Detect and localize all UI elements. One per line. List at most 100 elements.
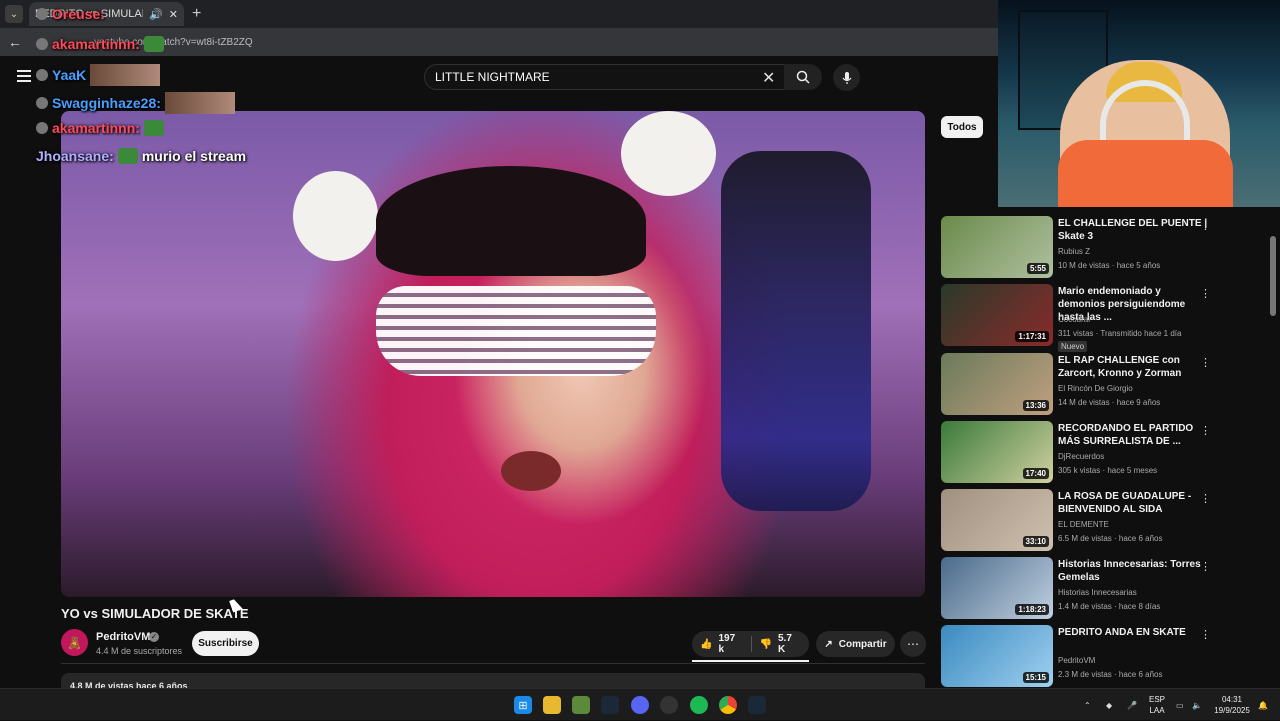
thumbs-down-icon: 👎 [759,638,772,650]
more-options-icon[interactable]: ⋮ [1200,219,1211,232]
recommendation-title[interactable]: EL RAP CHALLENGE con Zarcort, Kronno y Z… [1058,354,1208,380]
share-button[interactable]: ↗ Compartir [816,631,895,657]
tab-search-icon[interactable]: ⌄ [5,5,23,23]
video-title: YO vs SIMULADOR DE SKATE [61,606,249,621]
hair [376,166,646,276]
recommendation-channel[interactable]: PedritoVM [1058,656,1095,665]
recommendation-title[interactable]: LA ROSA DE GUADALUPE - BIENVENIDO AL SID… [1058,490,1208,516]
recommendation-channel[interactable]: El Rincón De Giorgio [1058,384,1133,393]
share-icon: ↗ [824,638,833,650]
video-thumbnail[interactable]: 1:17:31 [941,284,1053,346]
dislike-button[interactable]: 👎 5.7 K [752,633,809,655]
like-dislike-bar: 👍 197 k 👎 5.7 K [692,631,809,657]
search-input[interactable]: LITTLE NIGHTMARE [424,64,785,90]
chat-badge-icon [36,69,48,81]
more-options-icon[interactable]: ⋮ [1200,628,1211,641]
recommendation-meta: 305 k vistas · hace 5 meses [1058,466,1158,475]
recommendation-channel[interactable]: DjRecuerdos [1058,452,1104,461]
recommendation-title[interactable]: PEDRITO ANDA EN SKATE [1058,626,1208,639]
notification-icon[interactable]: 🔔 [1258,689,1268,721]
more-options-icon[interactable]: ⋮ [1200,560,1211,573]
recommendation-item[interactable]: 1:17:31 Mario endemoniado y demonios pers… [941,284,1271,352]
recommendation-channel[interactable]: Rubius Z [1058,247,1090,256]
verified-icon: ✓ [149,632,159,642]
recommendation-title[interactable]: EL CHALLENGE DEL PUENTE | Skate 3 [1058,217,1208,243]
recommendation-channel[interactable]: Historias Innecesarias [1058,588,1137,597]
video-thumbnail[interactable]: 5:55 [941,216,1053,278]
steam-icon[interactable] [601,696,619,714]
more-actions-button[interactable]: ⋯ [900,631,926,657]
like-button[interactable]: 👍 197 k [692,633,752,655]
tray-mic-icon[interactable]: 🎤 [1127,689,1137,721]
recommendation-item[interactable]: 5:55 EL CHALLENGE DEL PUENTE | Skate 3 Rub… [941,216,1271,280]
recommendation-meta: 2.3 M de vistas · hace 6 años [1058,670,1163,679]
recommendation-title[interactable]: Historias Innecesarias: Torres Gemelas [1058,558,1208,584]
hood-ear-left [293,171,378,261]
clock[interactable]: 04:31 19/9/2025 [1212,694,1252,716]
recommendation-item[interactable]: 1:18:23 Historias Innecesarias: Torres Ge… [941,557,1271,621]
windows-start-icon[interactable]: ⊞ [514,696,532,714]
keyboard-layout: LAA [1149,706,1165,715]
more-options-icon[interactable]: ⋮ [1200,492,1211,505]
thumbs-up-icon: 👍 [700,638,713,650]
obs-icon[interactable] [660,696,678,714]
speaker-icon[interactable]: 🔊 [149,8,163,21]
chat-username: Oreuse: [52,6,105,22]
pepe-emote-icon [143,120,164,136]
video-thumbnail[interactable]: 15:15 [941,625,1053,687]
video-thumbnail[interactable]: 17:40 [941,421,1053,483]
video-thumbnail[interactable]: 13:36 [941,353,1053,415]
spotify-icon[interactable] [690,696,708,714]
clock-time: 04:31 [1221,695,1243,704]
more-options-icon[interactable]: ⋮ [1200,424,1211,437]
chat-username: akamartinnn: [52,36,140,52]
more-options-icon[interactable]: ⋮ [1200,287,1211,300]
chip-all[interactable]: Todos [941,116,983,138]
channel-name[interactable]: PedritoVM [96,631,150,643]
steam-icon-2[interactable] [748,696,766,714]
recommendation-item[interactable]: 33:10 LA ROSA DE GUADALUPE - BIENVENIDO A… [941,489,1271,553]
tray-app-icon[interactable]: ◆ [1106,689,1112,721]
recommendation-item[interactable]: 15:15 PEDRITO ANDA EN SKATE PedritoVM 2.3 M… [941,625,1271,689]
language-indicator[interactable]: ESP LAA [1146,694,1168,716]
recommendation-item[interactable]: 17:40 RECORDANDO EL PARTIDO MÁS SURREALIS… [941,421,1271,485]
tray-chevron-icon[interactable]: ⌃ [1084,689,1091,721]
chat-text: murio el stream [141,148,247,164]
like-count: 197 k [718,633,736,655]
mouth [501,451,561,491]
menu-icon[interactable] [17,70,31,82]
recommendation-title[interactable]: RECORDANDO EL PARTIDO MÁS SURREALISTA DE… [1058,422,1208,448]
video-player[interactable] [61,111,925,597]
file-explorer-icon[interactable] [543,696,561,714]
chat-message: Jhoansane: murio el stream [36,148,246,164]
minecraft-icon[interactable] [572,696,590,714]
video-duration: 1:18:23 [1015,604,1049,615]
video-duration: 33:10 [1022,536,1049,547]
browser-tab-bar: ⌄ PEDRITO vs SIMULADOR DE SKATE 🔊 ✕ + [0,0,998,28]
subscriber-count: 4.4 M de suscriptores [96,646,183,656]
voice-search-button[interactable] [833,64,860,91]
clear-search-icon[interactable]: ✕ [762,68,775,88]
video-thumbnail[interactable]: 33:10 [941,489,1053,551]
close-tab-icon[interactable]: ✕ [169,8,178,21]
scrollbar[interactable] [1270,236,1276,316]
channel-avatar[interactable]: 🧸 [61,629,88,656]
search-icon [796,70,810,84]
new-tab-button[interactable]: + [192,5,201,23]
network-icon[interactable]: ▭ [1176,689,1184,721]
subscribe-button[interactable]: Suscribirse [192,631,259,656]
chat-badge-icon [36,8,48,20]
recommendation-channel[interactable]: EL DEMENTE [1058,520,1109,529]
discord-icon[interactable] [631,696,649,714]
recommendation-channel[interactable]: Cocodrai [1058,315,1090,324]
chat-message: Oreuse: [36,6,105,22]
recommendation-item[interactable]: 13:36 EL RAP CHALLENGE con Zarcort, Kronn… [941,353,1271,417]
volume-icon[interactable]: 🔈 [1192,689,1202,721]
chrome-icon[interactable] [719,696,737,714]
divider [61,663,925,664]
search-button[interactable] [784,64,822,90]
webcam-overlay [998,0,1280,207]
back-button[interactable]: ← [8,34,24,50]
video-thumbnail[interactable]: 1:18:23 [941,557,1053,619]
more-options-icon[interactable]: ⋮ [1200,356,1211,369]
